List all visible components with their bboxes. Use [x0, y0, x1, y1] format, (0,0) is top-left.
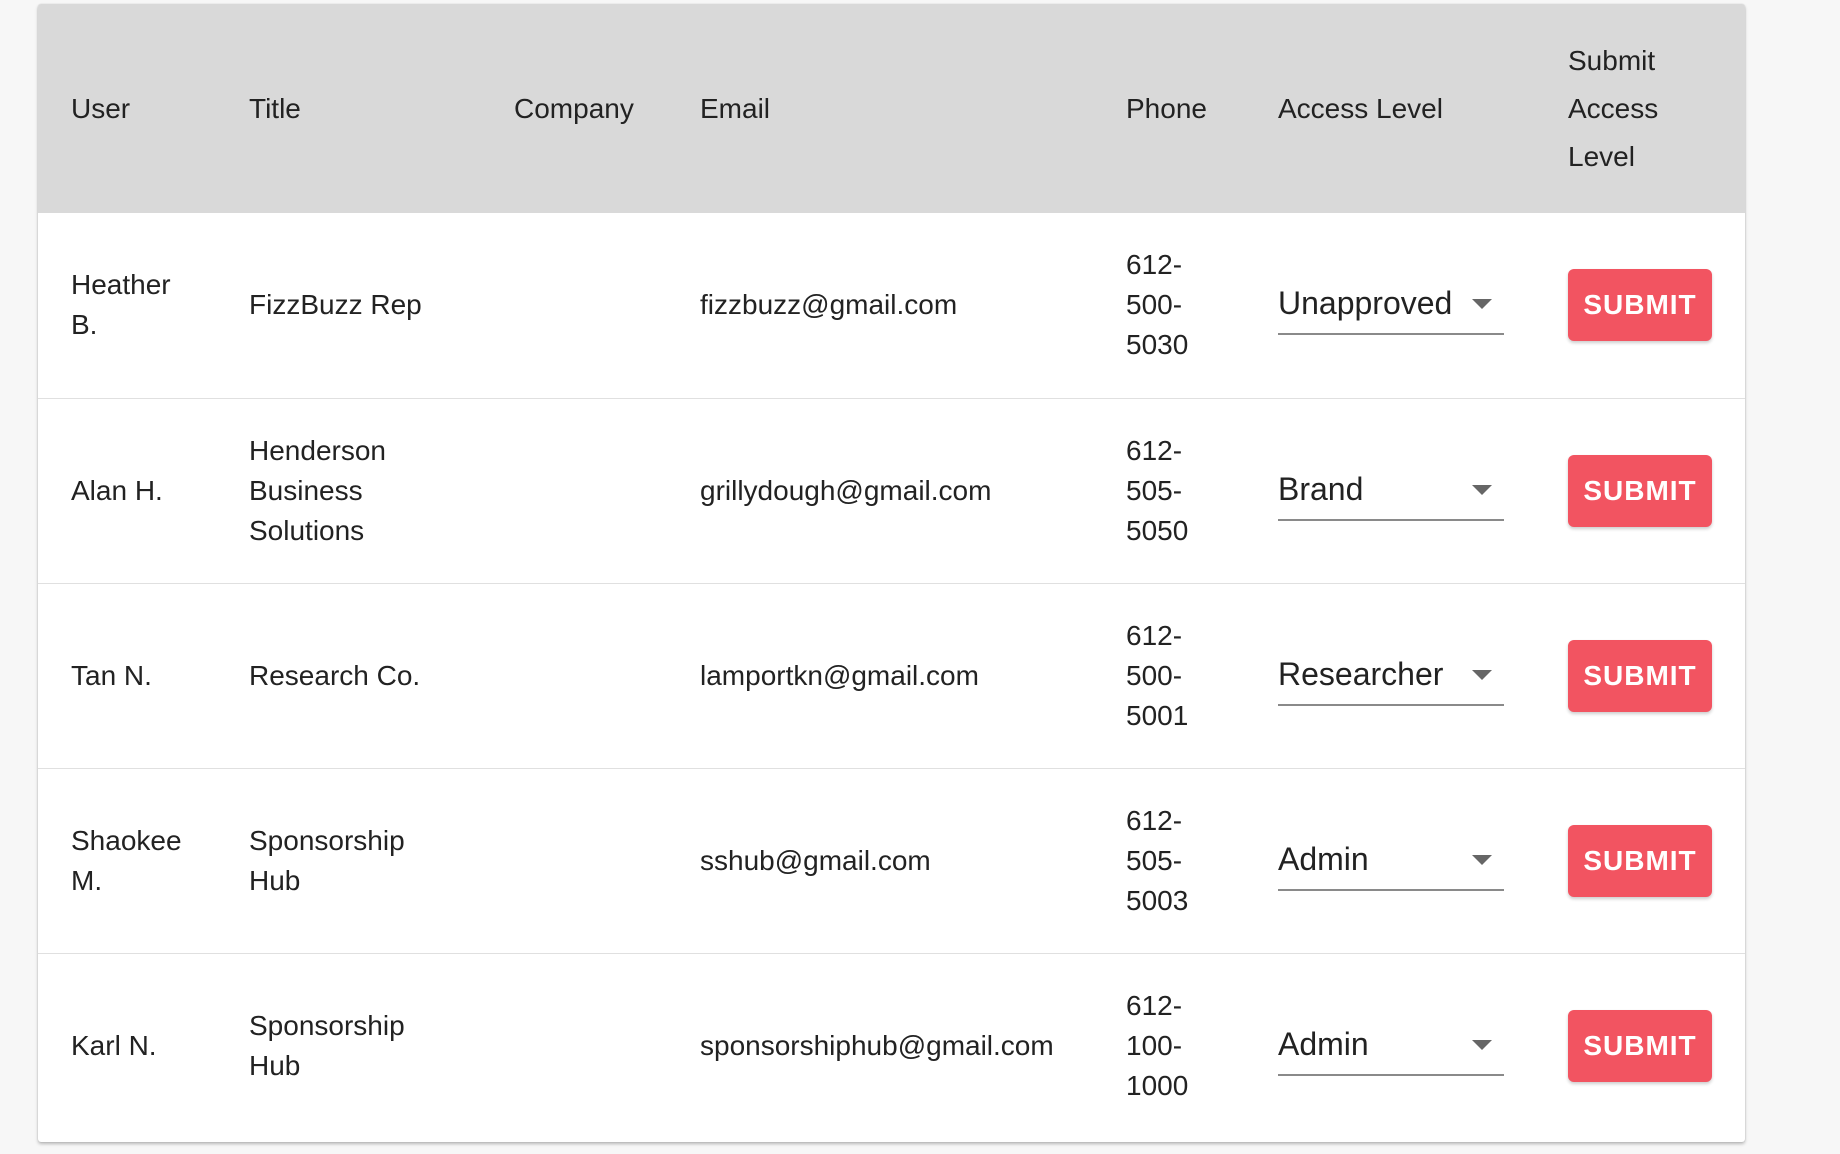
user-cell: Shaokee M.: [71, 824, 182, 896]
email-cell: sshub@gmail.com: [700, 844, 931, 876]
email-cell: grillydough@gmail.com: [700, 474, 992, 506]
header-title: Title: [249, 92, 301, 124]
submit-cell: SUBMIT: [1535, 213, 1745, 398]
chevron-down-icon: [1472, 854, 1492, 865]
company-cell: [481, 213, 667, 398]
header-email: Email: [700, 92, 771, 124]
title-cell: Sponsorship Hub: [249, 1009, 405, 1081]
user-cell: Alan H.: [71, 474, 163, 506]
access-level-select[interactable]: Admin: [1278, 1022, 1504, 1076]
chevron-down-icon: [1472, 484, 1492, 495]
user-cell: Tan N.: [71, 659, 152, 691]
phone-text: 612-100-1000: [1126, 989, 1189, 1101]
company-cell: [481, 953, 667, 1138]
table-row: Heather B. FizzBuzz Rep fizzbuzz@gmail.c…: [38, 213, 1745, 398]
header-phone: Phone: [1126, 92, 1207, 124]
access-level-cell: Researcher: [1245, 583, 1535, 768]
phone-text: 612-500-5030: [1126, 249, 1189, 361]
header-submit-access-level: Submit Access Level: [1568, 44, 1659, 172]
title-cell: FizzBuzz Rep: [249, 289, 422, 321]
submit-button[interactable]: SUBMIT: [1568, 454, 1712, 527]
chevron-down-icon: [1472, 299, 1492, 310]
access-level-select[interactable]: Researcher: [1278, 652, 1504, 706]
submit-cell: SUBMIT: [1535, 398, 1745, 583]
company-cell: [481, 583, 667, 768]
table-row: Karl N. Sponsorship Hub sponsorshiphub@g…: [38, 953, 1745, 1138]
access-level-cell: Admin: [1245, 953, 1535, 1138]
email-cell: lamportkn@gmail.com: [700, 659, 979, 691]
table-row: Tan N. Research Co. lamportkn@gmail.com …: [38, 583, 1745, 768]
header-company: Company: [514, 92, 634, 124]
submit-button[interactable]: SUBMIT: [1568, 269, 1712, 342]
submit-button[interactable]: SUBMIT: [1568, 639, 1712, 712]
submit-button[interactable]: SUBMIT: [1568, 824, 1712, 897]
submit-cell: SUBMIT: [1535, 768, 1745, 953]
table-row: Alan H. Henderson Business Solutions gri…: [38, 398, 1745, 583]
access-level-value: Brand: [1278, 470, 1364, 507]
table-header-row: User Title Company Email Phone Access Le…: [38, 4, 1745, 213]
submit-cell: SUBMIT: [1535, 953, 1745, 1138]
access-level-select[interactable]: Unapproved: [1278, 281, 1504, 336]
phone-cell: 612-505-5003: [1093, 768, 1245, 953]
email-cell: sponsorshiphub@gmail.com: [700, 1029, 1054, 1061]
phone-text: 612-505-5003: [1126, 804, 1189, 916]
access-level-value: Researcher: [1278, 655, 1444, 692]
user-cell: Karl N.: [71, 1029, 157, 1061]
access-level-select[interactable]: Admin: [1278, 837, 1504, 891]
phone-cell: 612-505-5050: [1093, 398, 1245, 583]
chevron-down-icon: [1472, 1039, 1492, 1050]
access-level-value: Unapproved: [1278, 285, 1453, 322]
table-row: Shaokee M. Sponsorship Hub sshub@gmail.c…: [38, 768, 1745, 953]
title-cell: Henderson Business Solutions: [249, 434, 386, 546]
access-level-value: Admin: [1278, 1025, 1369, 1062]
phone-cell: 612-100-1000: [1093, 953, 1245, 1138]
email-cell: fizzbuzz@gmail.com: [700, 289, 958, 321]
user-cell: Heather B.: [71, 269, 171, 341]
chevron-down-icon: [1472, 669, 1492, 680]
phone-text: 612-505-5050: [1126, 434, 1189, 546]
access-level-cell: Admin: [1245, 768, 1535, 953]
company-cell: [481, 398, 667, 583]
users-table-card: User Title Company Email Phone Access Le…: [38, 4, 1745, 1142]
access-level-cell: Unapproved: [1245, 213, 1535, 398]
phone-cell: 612-500-5001: [1093, 583, 1245, 768]
submit-cell: SUBMIT: [1535, 583, 1745, 768]
access-level-value: Admin: [1278, 840, 1369, 877]
phone-text: 612-500-5001: [1126, 619, 1189, 731]
users-table: User Title Company Email Phone Access Le…: [38, 4, 1745, 1138]
title-cell: Sponsorship Hub: [249, 824, 405, 896]
header-access-level: Access Level: [1278, 92, 1443, 124]
title-cell: Research Co.: [249, 659, 421, 691]
access-level-select[interactable]: Brand: [1278, 467, 1504, 521]
phone-cell: 612-500-5030: [1093, 213, 1245, 398]
submit-button[interactable]: SUBMIT: [1568, 1009, 1712, 1082]
access-level-cell: Brand: [1245, 398, 1535, 583]
company-cell: [481, 768, 667, 953]
header-user: User: [71, 92, 131, 124]
